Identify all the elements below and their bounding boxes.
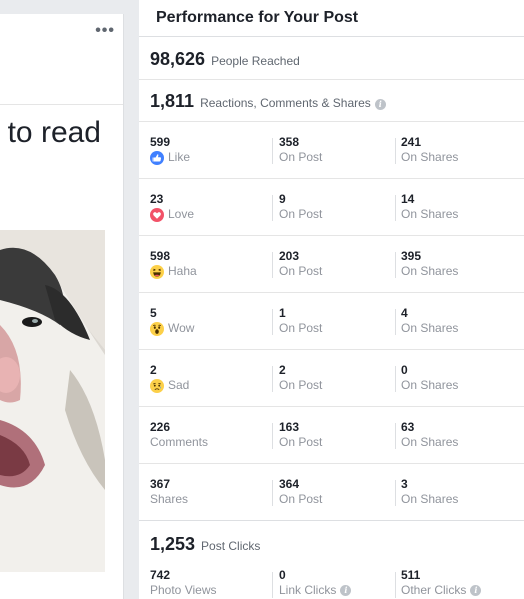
shares-total: 367 <box>150 477 171 491</box>
post-text: to read <box>7 116 101 149</box>
on-post-label: On Post <box>279 264 323 278</box>
photo-views-label: Photo Views <box>150 583 217 597</box>
breakdown-row-comments: 226 Comments 163 On Post 63 On Shares <box>139 407 524 464</box>
shares-label: Shares <box>150 492 189 506</box>
cat-photo-image <box>0 230 105 572</box>
reactions-breakdown: 599 Like 358 On Post 241 On Shares 23 Lo… <box>139 122 524 521</box>
on-shares-label: On Shares <box>401 435 459 449</box>
post-options-button[interactable]: ••• <box>95 22 115 40</box>
haha-total: 598 <box>150 249 171 263</box>
on-post-label: On Post <box>279 378 323 392</box>
post-performance-panel: Performance for Your Post 98,626 People … <box>139 0 524 599</box>
like-label: Like <box>168 150 191 164</box>
comments-total: 226 <box>150 420 171 434</box>
sad-icon <box>150 378 164 393</box>
on-shares-label: On Shares <box>401 378 459 392</box>
engagement-label: Reactions, Comments & Shares <box>200 96 371 110</box>
column-divider <box>395 572 396 598</box>
column-divider <box>395 252 396 278</box>
wow-on-post-value: 1 <box>279 306 286 320</box>
haha-icon <box>150 264 164 279</box>
shares-on-shares-value: 3 <box>401 477 408 491</box>
column-divider <box>272 366 273 392</box>
column-divider <box>395 480 396 506</box>
wow-on-shares-value: 4 <box>401 306 408 320</box>
wow-icon <box>150 321 164 336</box>
column-divider <box>395 366 396 392</box>
info-icon[interactable]: i <box>374 99 386 110</box>
people-reached-label: People Reached <box>211 54 300 68</box>
column-divider <box>395 138 396 164</box>
post-clicks-row: 1,253 Post Clicks <box>139 521 524 564</box>
on-shares-label: On Shares <box>401 492 459 506</box>
love-total: 23 <box>150 192 164 206</box>
sad-on-shares-value: 0 <box>401 363 408 377</box>
panel-title: Performance for Your Post <box>139 0 524 37</box>
post-card: ••• to read <box>0 14 124 599</box>
breakdown-row-shares: 367 Shares 364 On Post 3 On Shares <box>139 464 524 521</box>
love-on-post-value: 9 <box>279 192 286 206</box>
on-shares-label: On Shares <box>401 264 459 278</box>
column-divider <box>395 195 396 221</box>
column-divider <box>395 309 396 335</box>
clicks-breakdown-row: 742 Photo Views 0 Link Clicks i 511 Othe… <box>139 564 524 599</box>
on-post-label: On Post <box>279 150 323 164</box>
info-icon[interactable]: i <box>470 585 482 596</box>
breakdown-row-like: 599 Like 358 On Post 241 On Shares <box>139 122 524 179</box>
sad-label: Sad <box>168 378 190 392</box>
post-divider <box>0 104 123 105</box>
comments-on-shares-value: 63 <box>401 420 415 434</box>
on-post-label: On Post <box>279 321 323 335</box>
haha-on-post-value: 203 <box>279 249 300 263</box>
other-clicks-label: Other Clicks <box>401 583 467 597</box>
breakdown-row-wow: 5 Wow 1 On Post 4 On Shares <box>139 293 524 350</box>
wow-label: Wow <box>168 321 195 335</box>
breakdown-row-haha: 598 Haha 203 On Post 395 On Shares <box>139 236 524 293</box>
like-icon <box>150 150 164 165</box>
haha-on-shares-value: 395 <box>401 249 422 263</box>
link-clicks-value: 0 <box>279 568 286 582</box>
sad-total: 2 <box>150 363 157 377</box>
on-shares-label: On Shares <box>401 207 459 221</box>
post-clicks-value: 1,253 <box>150 534 196 554</box>
shares-on-post-value: 364 <box>279 477 300 491</box>
info-icon[interactable]: i <box>340 585 352 596</box>
column-divider <box>272 252 273 278</box>
link-clicks-label: Link Clicks <box>279 583 337 597</box>
photo-views-value: 742 <box>150 568 171 582</box>
love-label: Love <box>168 207 195 221</box>
column-divider <box>395 423 396 449</box>
column-divider <box>272 195 273 221</box>
sad-on-post-value: 2 <box>279 363 286 377</box>
on-post-label: On Post <box>279 492 323 506</box>
love-on-shares-value: 14 <box>401 192 415 206</box>
column-divider <box>272 309 273 335</box>
on-post-label: On Post <box>279 207 323 221</box>
breakdown-row-sad: 2 Sad 2 On Post 0 On Shares <box>139 350 524 407</box>
on-shares-label: On Shares <box>401 321 459 335</box>
comments-on-post-value: 163 <box>279 420 300 434</box>
on-post-label: On Post <box>279 435 323 449</box>
on-shares-label: On Shares <box>401 150 459 164</box>
column-divider <box>272 572 273 598</box>
people-reached-value: 98,626 <box>150 49 206 69</box>
haha-label: Haha <box>168 264 197 278</box>
like-on-post-value: 358 <box>279 135 300 149</box>
engagement-value: 1,811 <box>150 91 195 111</box>
post-photo[interactable] <box>0 230 105 572</box>
column-divider <box>272 138 273 164</box>
other-clicks-value: 511 <box>401 568 421 582</box>
wow-total: 5 <box>150 306 157 320</box>
breakdown-row-love: 23 Love 9 On Post 14 On Shares <box>139 179 524 236</box>
column-divider <box>272 480 273 506</box>
comments-label: Comments <box>150 435 209 449</box>
love-icon <box>150 207 164 222</box>
post-clicks-label: Post Clicks <box>201 539 261 553</box>
like-on-shares-value: 241 <box>401 135 422 149</box>
people-reached-row: 98,626 People Reached <box>139 37 524 80</box>
engagement-row: 1,811 Reactions, Comments & Shares i <box>139 80 524 122</box>
column-divider <box>272 423 273 449</box>
like-total: 599 <box>150 135 171 149</box>
